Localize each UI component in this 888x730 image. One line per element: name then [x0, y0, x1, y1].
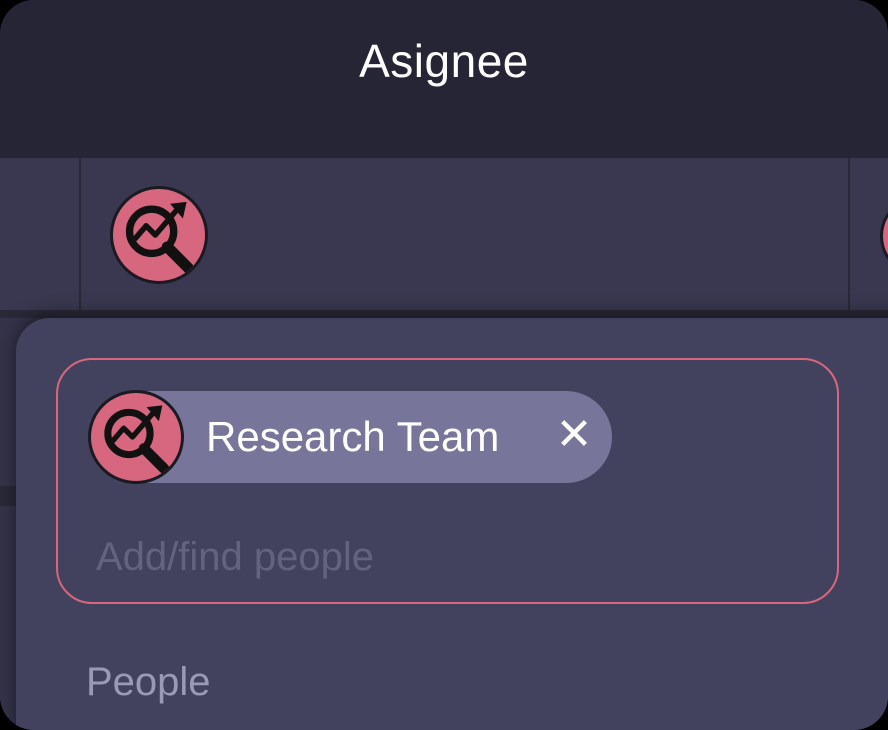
column-divider [848, 158, 850, 310]
chip-label: Research Team [206, 413, 500, 460]
column-divider [79, 158, 81, 310]
research-analytics-icon[interactable] [110, 186, 208, 284]
row-separator [0, 310, 888, 318]
selected-assignee-chip[interactable]: Research Team ✕ [88, 390, 612, 484]
people-search-box[interactable]: Research Team ✕ [56, 358, 839, 604]
column-header-label: Asignee [359, 35, 529, 87]
column-header[interactable]: Asignee [0, 0, 888, 158]
research-analytics-icon [88, 390, 184, 484]
search-input[interactable] [94, 528, 798, 586]
section-label-people: People [86, 660, 211, 704]
assignee-column-view: Asignee Research Team ✕ People [0, 0, 888, 730]
assignee-picker-popover: Research Team ✕ People [16, 318, 888, 730]
close-icon[interactable]: ✕ [546, 405, 602, 465]
